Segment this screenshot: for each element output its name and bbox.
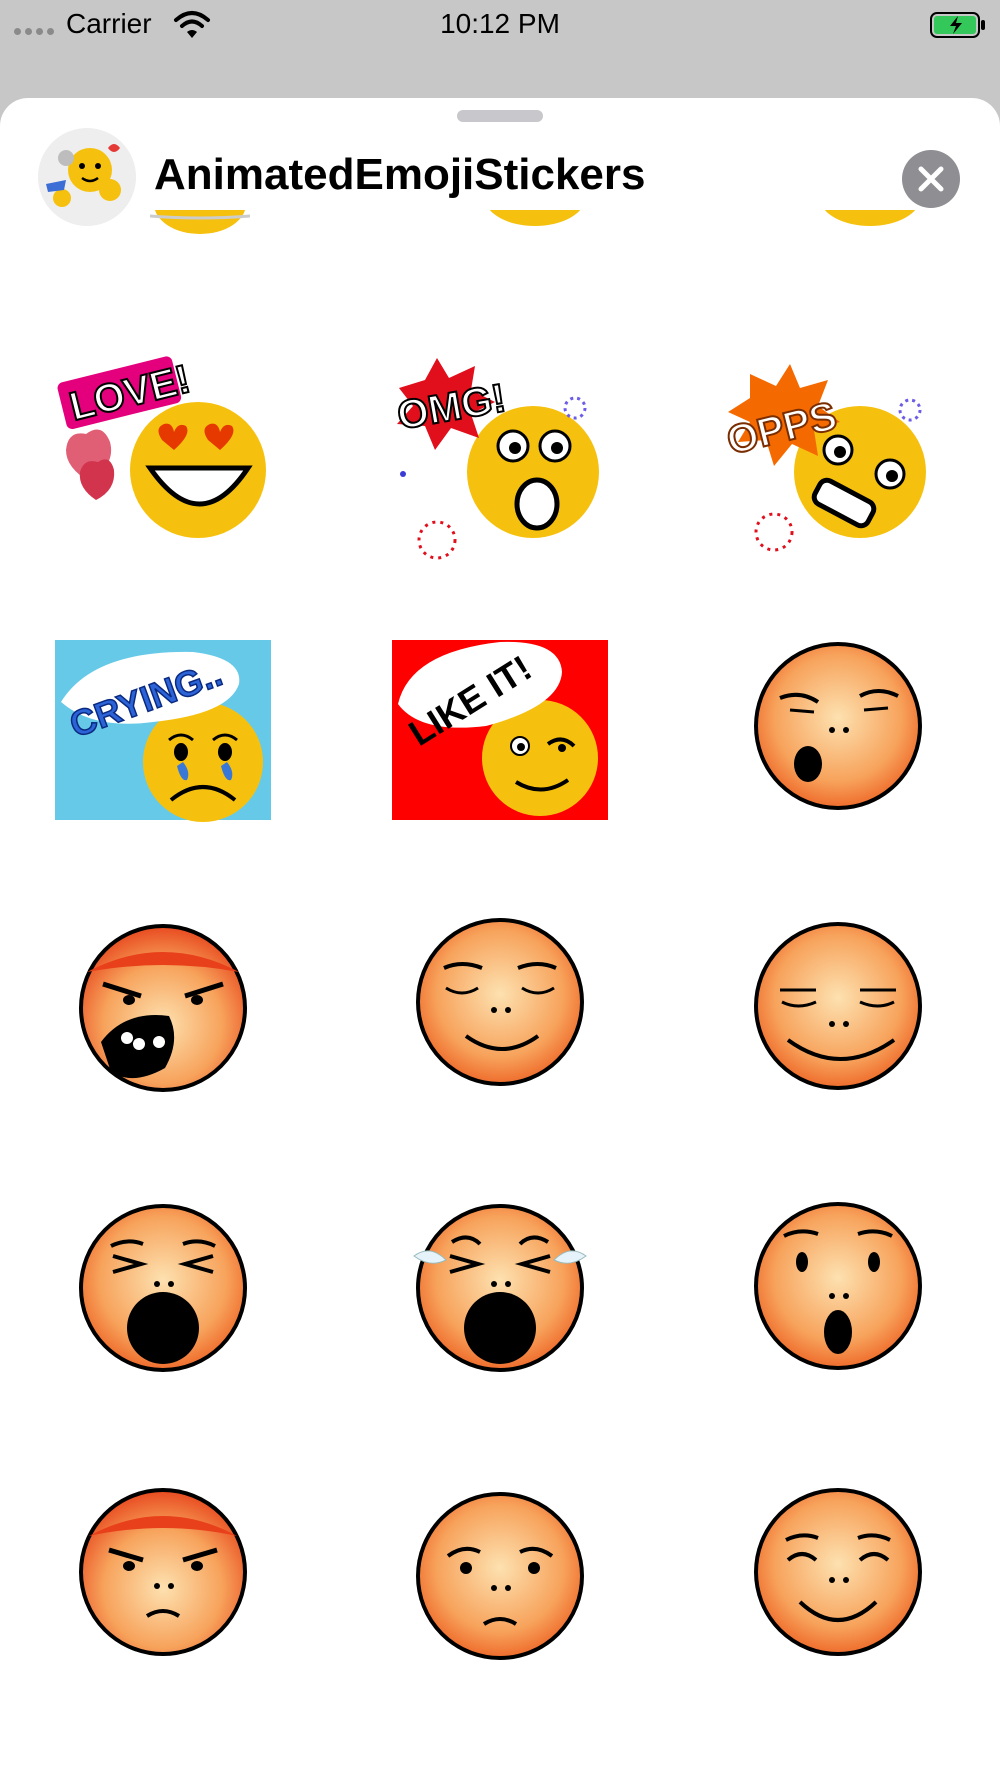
sticker-omg[interactable]: OMG!	[385, 350, 605, 570]
clock: 10:12 PM	[440, 8, 560, 39]
sticker-content[interactable]	[728, 890, 948, 1110]
sticker-shout[interactable]	[53, 1172, 273, 1392]
sticker-partial-top-1[interactable]	[90, 210, 310, 300]
battery-charging-icon	[930, 12, 985, 38]
sticker-angry-shout[interactable]	[53, 892, 273, 1112]
sticker-partial-top-2[interactable]	[425, 210, 645, 300]
close-x-icon	[918, 166, 944, 192]
sticker-worried[interactable]	[390, 1460, 610, 1680]
sticker-crying[interactable]: CRYING..	[53, 610, 273, 830]
sticker-grid: LOVE! OMG! OPPS CRYING.. LIKE IT!	[0, 210, 1000, 1778]
sticker-like-it[interactable]: LIKE IT!	[390, 610, 610, 830]
status-bar: Carrier 10:12 PM	[0, 0, 1000, 48]
sticker-crying-shout[interactable]	[390, 1172, 610, 1392]
sticker-opps[interactable]: OPPS	[720, 350, 940, 570]
sticker-happy[interactable]	[728, 1456, 948, 1676]
sticker-angry-frown[interactable]	[53, 1456, 273, 1676]
sticker-calm-smile[interactable]	[390, 886, 610, 1106]
sticker-sheet: AnimatedEmojiStickers LOVE! OMG! OPPS CR…	[0, 98, 1000, 1778]
app-title: AnimatedEmojiStickers	[154, 150, 646, 199]
sticker-surprised[interactable]	[728, 1170, 948, 1390]
sticker-love[interactable]: LOVE!	[50, 350, 270, 570]
sheet-grabber[interactable]	[457, 110, 543, 122]
sticker-yawn[interactable]	[728, 606, 948, 826]
close-button[interactable]	[902, 150, 960, 208]
sticker-partial-top-3[interactable]	[760, 210, 980, 300]
